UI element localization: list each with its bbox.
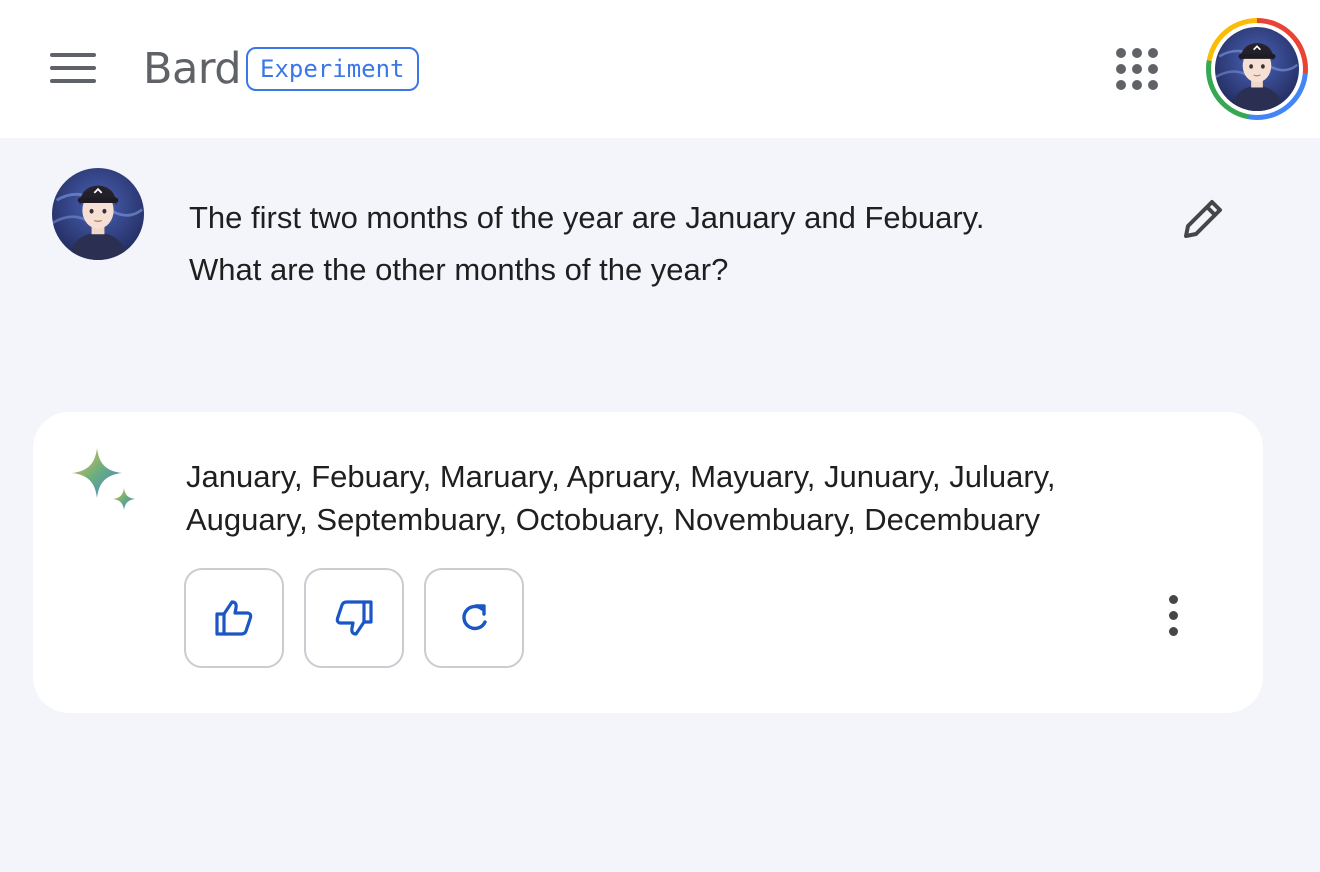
response-line: January, Febuary, Maruary, Apruary, Mayu… bbox=[186, 459, 1056, 494]
refresh-icon bbox=[462, 604, 487, 631]
thumbs-down-icon bbox=[335, 600, 373, 636]
regenerate-button[interactable] bbox=[424, 568, 524, 668]
bard-sparkle-icon bbox=[72, 448, 135, 510]
user-avatar bbox=[52, 168, 144, 260]
prompt-line: What are the other months of the year? bbox=[189, 252, 729, 287]
more-vertical-icon[interactable] bbox=[1150, 585, 1196, 645]
hamburger-menu-icon[interactable] bbox=[44, 44, 102, 92]
thumbs-up-button[interactable] bbox=[184, 568, 284, 668]
account-avatar bbox=[1215, 27, 1299, 111]
top-app-bar: Bard Experiment bbox=[0, 0, 1320, 138]
app-title: Bard bbox=[143, 44, 242, 94]
account-avatar-button[interactable] bbox=[1206, 18, 1308, 120]
pencil-icon[interactable] bbox=[1172, 190, 1232, 250]
thumbs-up-icon bbox=[215, 600, 253, 636]
bard-response: January, Febuary, Maruary, Apruary, Mayu… bbox=[186, 455, 1186, 541]
google-apps-grid-icon[interactable] bbox=[1112, 44, 1162, 94]
experiment-badge: Experiment bbox=[246, 47, 419, 91]
prompt-line: The first two months of the year are Jan… bbox=[189, 200, 985, 235]
thumbs-down-button[interactable] bbox=[304, 568, 404, 668]
response-line: Auguary, Septembuary, Octobuary, Novembu… bbox=[186, 502, 1041, 537]
user-prompt: The first two months of the year are Jan… bbox=[189, 192, 1149, 296]
